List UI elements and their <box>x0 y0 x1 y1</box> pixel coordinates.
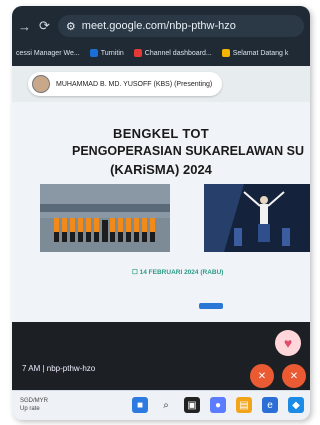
task-view-icon[interactable]: ▣ <box>184 397 200 413</box>
turnitin-icon <box>89 49 98 57</box>
device-frame: → ⟳ ⚙ meet.google.com/nbp-pthw-hzo cessi… <box>12 6 310 420</box>
camera-off-button[interactable]: ✕ <box>282 364 306 388</box>
meeting-code: nbp-pthw-hzo <box>46 364 96 373</box>
bookmark-item[interactable]: Turnitin <box>89 49 124 57</box>
windows-taskbar: SGD/MYR Up rate ■ ⌕ ▣ ● ▤ e ◆ <box>12 390 310 420</box>
url-row: → ⟳ ⚙ meet.google.com/nbp-pthw-hzo <box>18 14 304 38</box>
slide-date: ☐ 14 FEBRUARI 2024 (RABU) <box>132 268 223 276</box>
bookmark-item[interactable]: Selamat Datang k <box>221 49 289 57</box>
presenter-pill[interactable]: MUHAMMAD B. MD. YUSOFF (KBS) (Presenting… <box>28 72 223 96</box>
heart-icon[interactable]: ♥ <box>275 330 301 356</box>
mic-off-button[interactable]: ✕ <box>250 364 274 388</box>
stock-ticker[interactable]: SGD/MYR Up rate <box>20 397 48 413</box>
chat-icon[interactable]: ● <box>210 397 226 413</box>
site-settings-icon[interactable]: ⚙ <box>66 20 76 33</box>
bookmark-label: Selamat Datang k <box>232 49 289 57</box>
bookmarks-bar: cessi Manager We... Turnitin Channel das… <box>12 44 310 62</box>
youtube-icon <box>133 49 142 57</box>
windows-start-icon[interactable]: ■ <box>132 397 148 413</box>
slide-date-text: 14 FEBRUARI 2024 (RABU) <box>139 269 224 276</box>
browser-toolbar: → ⟳ ⚙ meet.google.com/nbp-pthw-hzo cessi… <box>12 6 310 66</box>
address-bar[interactable]: ⚙ meet.google.com/nbp-pthw-hzo <box>57 15 304 37</box>
bookmark-item[interactable]: cessi Manager We... <box>16 50 80 57</box>
presenter-bar: MUHAMMAD B. MD. YUSOFF (KBS) (Presenting… <box>12 66 310 102</box>
bookmark-label: Turnitin <box>100 49 124 57</box>
store-icon[interactable]: ◆ <box>288 397 304 413</box>
performance-photo <box>204 184 310 252</box>
forward-arrow-icon[interactable]: → <box>18 19 31 34</box>
slide-button[interactable] <box>199 303 223 309</box>
calendar-icon: ☐ <box>132 269 138 276</box>
bookmark-label: cessi Manager We... <box>16 49 80 57</box>
shared-slide: BENGKEL TOT PENGOPERASIAN SUKARELAWAN SU… <box>12 102 310 322</box>
reload-icon[interactable]: ⟳ <box>39 18 50 34</box>
meeting-time: 7 AM <box>22 364 41 373</box>
explorer-icon[interactable]: ▤ <box>236 397 252 413</box>
edge-icon[interactable]: e <box>262 397 278 413</box>
performance-photo-art <box>204 184 310 252</box>
search-icon[interactable]: ⌕ <box>158 397 174 413</box>
taskbar-icons: ■ ⌕ ▣ ● ▤ e ◆ <box>132 397 304 413</box>
avatar <box>32 75 50 93</box>
group-photo <box>40 184 170 252</box>
slide-title-line3: (KARiSMA) 2024 <box>110 162 212 177</box>
meeting-info: 7 AM | nbp-pthw-hzo <box>22 364 95 373</box>
bookmark-item[interactable]: Channel dashboard... <box>133 49 212 57</box>
bookmark-icon <box>221 49 230 57</box>
meet-controls-bar: ♥ 7 AM | nbp-pthw-hzo ✕ ✕ <box>12 322 310 390</box>
ticker-symbol: SGD/MYR <box>20 398 49 404</box>
presenter-label: MUHAMMAD B. MD. YUSOFF (KBS) (Presenting… <box>56 80 213 88</box>
bookmark-label: Channel dashboard... <box>144 49 212 57</box>
url-text: meet.google.com/nbp-pthw-hzo <box>81 20 236 32</box>
slide-title-line1: BENGKEL TOT <box>113 126 209 141</box>
group-photo-art <box>40 184 170 252</box>
ticker-note: Up rate <box>20 406 40 412</box>
slide-title-line2: PENGOPERASIAN SUKARELAWAN SU <box>72 144 304 158</box>
